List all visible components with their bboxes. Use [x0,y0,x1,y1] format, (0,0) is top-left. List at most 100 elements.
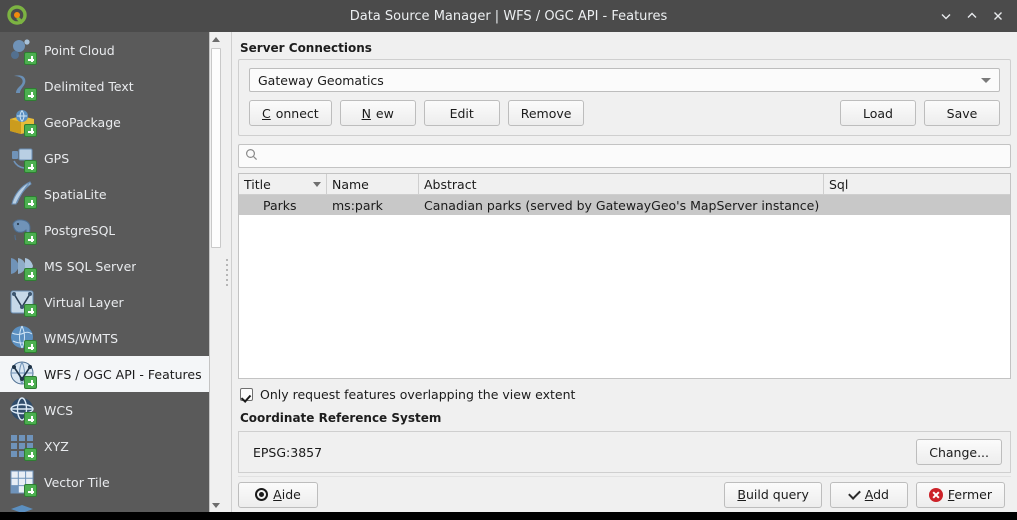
maximize-button[interactable] [959,0,985,32]
delimited-text-icon [6,70,38,102]
table-header-row: Title Name Abstract Sql [239,174,1010,195]
close-button[interactable] [985,0,1011,32]
crs-value: EPSG:3857 [253,445,322,460]
cell-sql [824,195,1010,215]
new-button[interactable]: New [340,100,416,126]
sidebar-item-label: Vector Tile [44,475,110,490]
source-type-list: Point Cloud Delimited Text [0,32,209,512]
help-icon [255,488,268,501]
column-header-title[interactable]: Title [239,174,327,195]
sidebar-item-virtual-layer[interactable]: Virtual Layer [0,284,209,320]
window-bottom-edge [0,512,1017,520]
cell-abstract: Canadian parks (served by GatewayGeo's M… [419,195,824,215]
minimize-button[interactable] [933,0,959,32]
sidebar-item-delimited-text[interactable]: Delimited Text [0,68,209,104]
window-title: Data Source Manager | WFS / OGC API - Fe… [0,9,1017,24]
cell-name: ms:park [327,195,419,215]
sidebar-item-postgresql[interactable]: PostgreSQL [0,212,209,248]
search-input[interactable] [258,148,1004,165]
dialog-body: Point Cloud Delimited Text [0,32,1017,512]
save-button[interactable]: Save [924,100,1000,126]
crs-section-title: Coordinate Reference System [240,411,1011,425]
wcs-globe-icon [6,394,38,426]
server-connections-title: Server Connections [240,41,1011,55]
scroll-down-arrow-icon[interactable] [210,498,222,512]
column-header-abstract[interactable]: Abstract [419,174,824,195]
splitter-handle[interactable] [222,32,232,512]
sidebar-item-vector-tile[interactable]: Vector Tile [0,464,209,500]
sidebar-item-point-cloud[interactable]: Point Cloud [0,32,209,68]
connection-buttons-row: Connect New Edit Remove Load Save [249,100,1000,126]
sidebar-item-wfs-ogc-api-features[interactable]: WFS / OGC API - Features [0,356,209,392]
layers-table: Title Name Abstract Sql Parks ms:park Ca… [238,173,1011,379]
sidebar-item-label: GPS [44,151,69,166]
sidebar-item-label: Point Cloud [44,43,115,58]
extent-checkbox-row[interactable]: Only request features overlapping the vi… [240,387,1011,402]
scroll-up-arrow-icon[interactable] [210,32,222,46]
new-button-rest: ew [376,106,394,121]
column-header-title-label: Title [244,177,271,192]
connection-selected-value: Gateway Geomatics [258,73,975,88]
crs-change-button[interactable]: Change... [916,439,1002,465]
close-dialog-button[interactable]: Fermer [916,482,1005,508]
scrollbar-track[interactable] [210,46,222,498]
sidebar-item-label: WFS / OGC API - Features [44,367,202,382]
data-source-manager-dialog: Data Source Manager | WFS / OGC API - Fe… [0,0,1017,520]
sidebar-item-wcs[interactable]: WCS [0,392,209,428]
close-circle-icon [929,488,943,502]
source-type-sidebar: Point Cloud Delimited Text [0,32,222,512]
title-bar: Data Source Manager | WFS / OGC API - Fe… [0,0,1017,32]
table-body: Parks ms:park Canadian parks (served by … [239,195,1010,378]
ms-sql-server-icon [6,250,38,282]
help-button[interactable]: Aide [238,482,318,508]
spatialite-icon [6,178,38,210]
window-controls [933,0,1017,32]
sidebar-item-mesh[interactable] [0,500,209,512]
sidebar-item-geopackage[interactable]: GeoPackage [0,104,209,140]
extent-checkbox-label: Only request features overlapping the vi… [260,387,575,402]
server-connections-group: Gateway Geomatics Connect New Edit Remov… [238,59,1011,136]
remove-button[interactable]: Remove [508,100,585,126]
dialog-button-bar: Aide Build query Add Fermer [238,476,1011,512]
edit-button[interactable]: Edit [424,100,500,126]
sidebar-item-label: Delimited Text [44,79,134,94]
vector-tile-icon [6,466,38,498]
wfs-icon [6,358,38,390]
xyz-tiles-icon [6,430,38,462]
load-button[interactable]: Load [840,100,916,126]
column-header-name[interactable]: Name [327,174,419,195]
search-filter[interactable] [238,144,1011,168]
qgis-logo-icon [2,0,34,32]
search-icon [245,148,258,164]
table-row[interactable]: Parks ms:park Canadian parks (served by … [239,195,1010,215]
sidebar-item-label: WMS/WMTS [44,331,118,346]
close-dialog-button-rest: ermer [954,487,992,502]
sidebar-item-label: Virtual Layer [44,295,124,310]
sidebar-item-gps[interactable]: GPS [0,140,209,176]
mesh-icon [6,502,38,512]
build-query-button[interactable]: Build query [724,482,821,508]
sidebar-item-label: SpatiaLite [44,187,107,202]
connect-button-rest: onnect [276,106,319,121]
postgresql-elephant-icon [6,214,38,246]
gps-icon [6,142,38,174]
splitter-grip-dots [226,259,228,286]
scrollbar-thumb[interactable] [211,48,221,248]
sidebar-item-xyz[interactable]: XYZ [0,428,209,464]
connect-button[interactable]: Connect [249,100,332,126]
cell-title: Parks [239,195,327,215]
sidebar-item-label: PostgreSQL [44,223,115,238]
sidebar-item-spatialite[interactable]: SpatiaLite [0,176,209,212]
sidebar-item-ms-sql-server[interactable]: MS SQL Server [0,248,209,284]
wms-globe-icon [6,322,38,354]
point-cloud-icon [6,34,38,66]
connection-select[interactable]: Gateway Geomatics [249,68,1000,92]
sidebar-item-wms-wmts[interactable]: WMS/WMTS [0,320,209,356]
chevron-down-icon[interactable] [975,78,997,83]
sidebar-scrollbar[interactable] [209,32,222,512]
column-header-sql[interactable]: Sql [824,174,1010,195]
sidebar-item-label: XYZ [44,439,69,454]
extent-checkbox[interactable] [240,388,253,401]
add-button[interactable]: Add [830,482,908,508]
sidebar-item-label: MS SQL Server [44,259,136,274]
